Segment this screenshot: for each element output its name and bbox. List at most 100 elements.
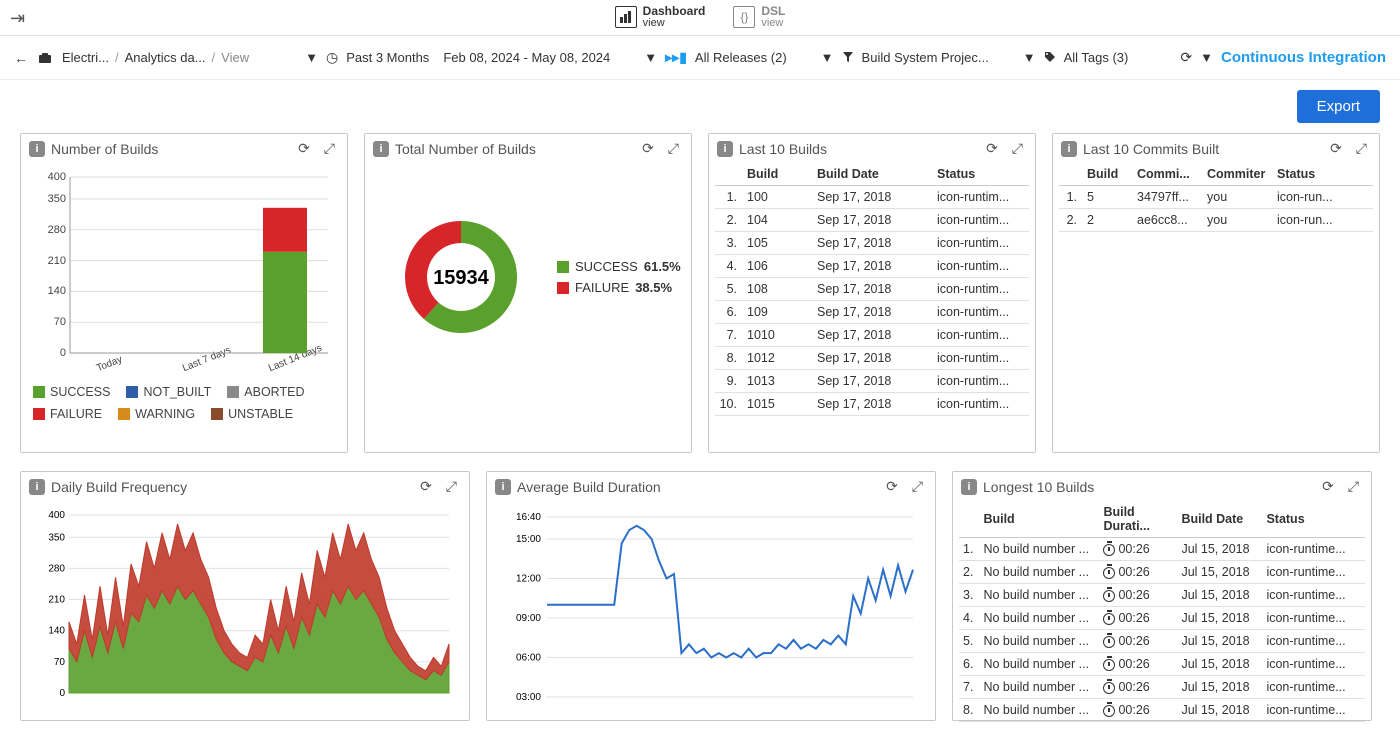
export-button[interactable]: Export [1297, 90, 1380, 123]
tags-filter[interactable]: All Tags (3) [1064, 50, 1129, 65]
info-icon[interactable]: i [29, 141, 45, 157]
widget-daily-build-frequency: i Daily Build Frequency ⟳ ⤢ 070140210280… [20, 471, 470, 721]
table-row[interactable]: 7.1010Sep 17, 2018icon-runtim... [715, 324, 1029, 347]
widget-title: Last 10 Commits Built [1083, 141, 1320, 157]
refresh-icon[interactable]: ⟳ [416, 478, 436, 495]
expand-icon[interactable]: ⤢ [320, 140, 339, 157]
table-row[interactable]: 2.No build number ...00:26Jul 15, 2018ic… [959, 561, 1365, 584]
chevron-down-icon[interactable]: ▼ [821, 50, 834, 65]
crumb-page: View [221, 50, 249, 65]
refresh-icon[interactable]: ⟳ [1318, 478, 1338, 495]
menu-toggle-icon[interactable]: ⇥ [10, 8, 25, 29]
clock-icon: ◷ [326, 49, 338, 66]
table-row[interactable]: 4.106Sep 17, 2018icon-runtim... [715, 255, 1029, 278]
table-row[interactable]: 7.No build number ...00:26Jul 15, 2018ic… [959, 676, 1365, 699]
table-row[interactable]: 1.No build number ...00:26Jul 15, 2018ic… [959, 538, 1365, 561]
chevron-down-icon[interactable]: ▼ [305, 50, 318, 65]
widget-title: Average Build Duration [517, 479, 876, 495]
expand-icon[interactable]: ⤢ [908, 478, 927, 495]
info-icon[interactable]: i [717, 141, 733, 157]
period-label: Past 3 Months [346, 50, 429, 65]
info-icon[interactable]: i [29, 479, 45, 495]
longest-builds-table: BuildBuild Durati...Build DateStatus1.No… [959, 501, 1365, 722]
widget-title: Total Number of Builds [395, 141, 632, 157]
table-row[interactable]: 6.109Sep 17, 2018icon-runtim... [715, 301, 1029, 324]
table-row[interactable]: 1.100Sep 17, 2018icon-runtim... [715, 186, 1029, 209]
table-row[interactable]: 8.No build number ...00:26Jul 15, 2018ic… [959, 699, 1365, 722]
widget-last-10-commits: i Last 10 Commits Built ⟳ ⤢ BuildCommi..… [1052, 133, 1380, 453]
legend-item: FAILURE [33, 407, 102, 421]
column-header[interactable]: Build Durati... [1099, 501, 1177, 538]
table-row[interactable]: 5.108Sep 17, 2018icon-runtim... [715, 278, 1029, 301]
tab-sublabel: view [643, 18, 706, 30]
column-header[interactable]: Build Date [1177, 501, 1262, 538]
legend-item: SUCCESS [33, 385, 110, 399]
table-row[interactable]: 2.104Sep 17, 2018icon-runtim... [715, 209, 1029, 232]
legend-item: NOT_BUILT [126, 385, 211, 399]
table-row[interactable]: 2.2ae6cc8...youicon-run... [1059, 209, 1373, 232]
period-range: Feb 08, 2024 - May 08, 2024 [443, 50, 610, 65]
table-row[interactable]: 9.1013Sep 17, 2018icon-runtim... [715, 370, 1029, 393]
chart-legend: SUCCESS 61.5%FAILURE 38.5% [557, 253, 681, 301]
refresh-icon[interactable]: ⟳ [1180, 49, 1192, 66]
crumb-root[interactable]: Electri... [62, 50, 109, 65]
project-filter[interactable]: Build System Projec... [862, 50, 989, 65]
column-header[interactable]: Commi... [1133, 163, 1203, 186]
widget-title: Longest 10 Builds [983, 479, 1312, 495]
table-row[interactable]: 8.1012Sep 17, 2018icon-runtim... [715, 347, 1029, 370]
column-header[interactable]: Build Date [813, 163, 933, 186]
widget-title: Last 10 Builds [739, 141, 976, 157]
info-icon[interactable]: i [961, 479, 977, 495]
refresh-icon[interactable]: ⟳ [982, 140, 1002, 157]
table-row[interactable]: 10.1015Sep 17, 2018icon-runtim... [715, 393, 1029, 416]
column-header[interactable]: Build [743, 163, 813, 186]
refresh-icon[interactable]: ⟳ [294, 140, 314, 157]
line-chart: 03:0006:0009:0012:0015:0016:40 [501, 509, 921, 709]
table-row[interactable]: 5.No build number ...00:26Jul 15, 2018ic… [959, 630, 1365, 653]
column-header[interactable]: Status [1273, 163, 1373, 186]
column-header[interactable]: Status [933, 163, 1029, 186]
legend-item: SUCCESS 61.5% [557, 259, 681, 274]
info-icon[interactable]: i [373, 141, 389, 157]
table-row[interactable]: 3.No build number ...00:26Jul 15, 2018ic… [959, 584, 1365, 607]
briefcase-icon [38, 51, 52, 65]
info-icon[interactable]: i [1061, 141, 1077, 157]
refresh-icon[interactable]: ⟳ [638, 140, 658, 157]
period-filter[interactable]: Past 3 Months [346, 50, 429, 65]
expand-icon[interactable]: ⤢ [1344, 478, 1363, 495]
column-header[interactable]: Build [979, 501, 1099, 538]
table-row[interactable]: 3.105Sep 17, 2018icon-runtim... [715, 232, 1029, 255]
svg-text:06:00: 06:00 [516, 652, 541, 663]
column-header[interactable]: Status [1262, 501, 1365, 538]
chevron-down-icon[interactable]: ▼ [1023, 50, 1036, 65]
crumb-project[interactable]: Analytics da... [125, 50, 206, 65]
releases-filter[interactable]: All Releases (2) [695, 50, 787, 65]
svg-text:12:00: 12:00 [516, 573, 541, 584]
svg-text:09:00: 09:00 [516, 613, 541, 624]
expand-icon[interactable]: ⤢ [1008, 140, 1027, 157]
expand-icon[interactable]: ⤢ [442, 478, 461, 495]
svg-text:03:00: 03:00 [516, 692, 541, 703]
tab-dashboard-view[interactable]: Dashboard view [613, 1, 708, 33]
table-row[interactable]: 1.534797ff...youicon-run... [1059, 186, 1373, 209]
table-row[interactable]: 4.No build number ...00:26Jul 15, 2018ic… [959, 607, 1365, 630]
expand-icon[interactable]: ⤢ [1352, 140, 1371, 157]
refresh-icon[interactable]: ⟳ [882, 478, 902, 495]
table-row[interactable]: 6.No build number ...00:26Jul 15, 2018ic… [959, 653, 1365, 676]
svg-text:350: 350 [48, 532, 65, 543]
tab-dsl-view[interactable]: {} DSL view [731, 1, 787, 33]
column-header[interactable]: Commiter [1203, 163, 1273, 186]
refresh-icon[interactable]: ⟳ [1326, 140, 1346, 157]
column-header[interactable]: Build [1083, 163, 1133, 186]
info-icon[interactable]: i [495, 479, 511, 495]
widget-total-builds: i Total Number of Builds ⟳ ⤢ 15934 SUCCE… [364, 133, 692, 453]
commits-table: BuildCommi...CommiterStatus1.534797ff...… [1059, 163, 1373, 232]
chevron-down-icon[interactable]: ▼ [644, 50, 657, 65]
expand-icon[interactable]: ⤢ [664, 140, 683, 157]
tags-label: All Tags (3) [1064, 50, 1129, 65]
chevron-down-icon[interactable]: ▼ [1200, 50, 1213, 65]
project-label: Build System Projec... [862, 50, 989, 65]
donut-chart: 15934 [381, 197, 541, 357]
stopwatch-icon [1103, 567, 1115, 579]
back-arrow-icon[interactable]: ← [14, 50, 28, 66]
